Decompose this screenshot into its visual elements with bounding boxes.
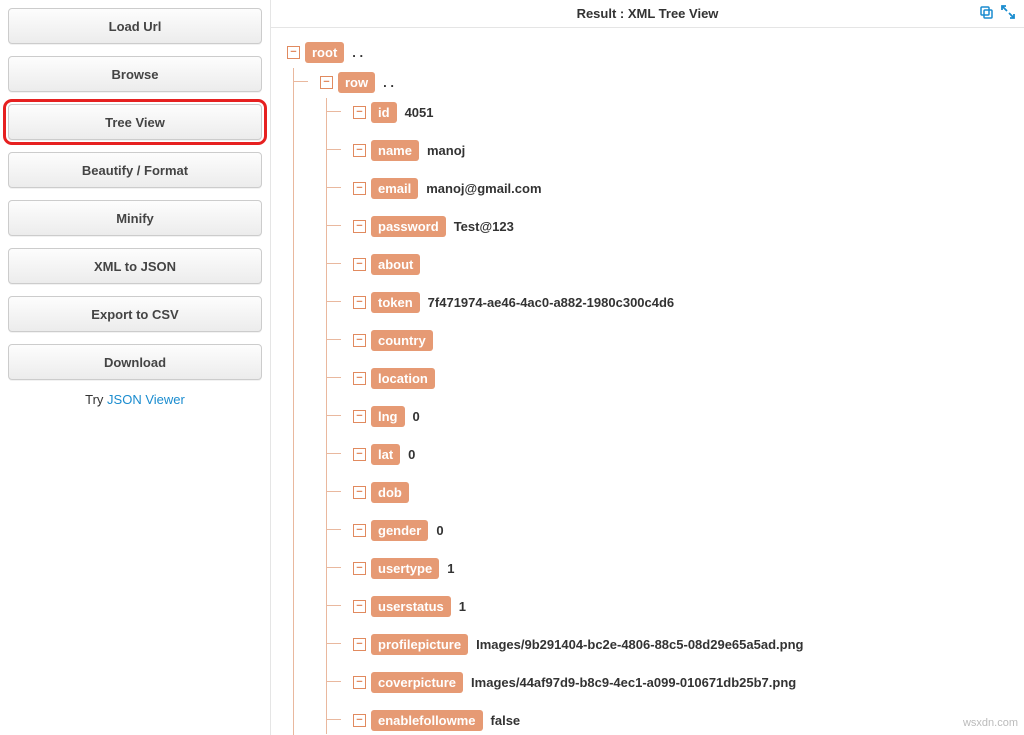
node-id: −id 4051 xyxy=(353,98,1014,126)
val-lat: 0 xyxy=(408,447,415,462)
tag-row[interactable]: row xyxy=(338,72,375,93)
collapse-icon[interactable]: − xyxy=(353,676,366,689)
main-header: Result : XML Tree View xyxy=(271,0,1024,28)
collapse-icon[interactable]: − xyxy=(353,448,366,461)
copy-icon[interactable] xyxy=(978,4,994,20)
collapse-icon[interactable]: − xyxy=(353,220,366,233)
tree-area[interactable]: − root . . − row . . −id4051−namemanoj−e… xyxy=(271,28,1024,735)
tag-lng[interactable]: lng xyxy=(371,406,405,427)
node-lat: −lat 0 xyxy=(353,440,1014,468)
tag-enablefollowme[interactable]: enablefollowme xyxy=(371,710,483,731)
tag-lat[interactable]: lat xyxy=(371,444,400,465)
tag-coverpicture[interactable]: coverpicture xyxy=(371,672,463,693)
try-prefix: Try xyxy=(85,392,107,407)
node-gender: −gender 0 xyxy=(353,516,1014,544)
node-usertype: −usertype 1 xyxy=(353,554,1014,582)
node-country: −country xyxy=(353,326,1014,354)
collapse-icon[interactable]: − xyxy=(353,106,366,119)
node-dob: −dob xyxy=(353,478,1014,506)
try-line: Try JSON Viewer xyxy=(8,392,262,407)
collapse-icon[interactable]: − xyxy=(353,182,366,195)
sidebar-btn-browse[interactable]: Browse xyxy=(8,56,262,92)
collapse-icon[interactable]: − xyxy=(320,76,333,89)
sidebar-btn-xml-to-json[interactable]: XML to JSON xyxy=(8,248,262,284)
sidebar-btn-export-to-csv[interactable]: Export to CSV xyxy=(8,296,262,332)
tag-userstatus[interactable]: userstatus xyxy=(371,596,451,617)
node-profilepicture: −profilepicture Images/9b291404-bc2e-4806… xyxy=(353,630,1014,658)
node-email: −email manoj@gmail.com xyxy=(353,174,1014,202)
node-lng: −lng 0 xyxy=(353,402,1014,430)
tag-password[interactable]: password xyxy=(371,216,446,237)
tag-email[interactable]: email xyxy=(371,178,418,199)
collapse-icon[interactable]: − xyxy=(353,334,366,347)
collapse-icon[interactable]: − xyxy=(287,46,300,59)
val-enablefollowme: false xyxy=(491,713,521,728)
node-userstatus: −userstatus 1 xyxy=(353,592,1014,620)
sidebar-btn-tree-view[interactable]: Tree View xyxy=(8,104,262,140)
tag-location[interactable]: location xyxy=(371,368,435,389)
collapse-icon[interactable]: − xyxy=(353,258,366,271)
collapse-icon[interactable]: − xyxy=(353,600,366,613)
tag-name[interactable]: name xyxy=(371,140,419,161)
node-about: −about xyxy=(353,250,1014,278)
val-row: . . xyxy=(383,75,394,90)
tag-usertype[interactable]: usertype xyxy=(371,558,439,579)
val-usertype: 1 xyxy=(447,561,454,576)
result-title: Result : XML Tree View xyxy=(577,6,719,21)
node-location: −location xyxy=(353,364,1014,392)
node-name: −name manoj xyxy=(353,136,1014,164)
collapse-icon[interactable]: − xyxy=(353,296,366,309)
node-enablefollowme: −enablefollowme false xyxy=(353,706,1014,734)
sidebar-btn-beautify-format[interactable]: Beautify / Format xyxy=(8,152,262,188)
node-row: − row . . −id4051−namemanoj−emailmanoj@g… xyxy=(320,68,1014,735)
val-gender: 0 xyxy=(436,523,443,538)
tag-dob[interactable]: dob xyxy=(371,482,409,503)
node-password: −password Test@123 xyxy=(353,212,1014,240)
collapse-icon[interactable]: − xyxy=(353,372,366,385)
collapse-icon[interactable]: − xyxy=(353,638,366,651)
tag-root[interactable]: root xyxy=(305,42,344,63)
header-icons xyxy=(978,4,1016,20)
val-name: manoj xyxy=(427,143,465,158)
tag-gender[interactable]: gender xyxy=(371,520,428,541)
val-lng: 0 xyxy=(413,409,420,424)
node-root: − root . . − row . . −id4051−namemanoj−e… xyxy=(287,38,1014,735)
node-token: −token 7f471974-ae46-4ac0-a882-1980c300c4… xyxy=(353,288,1014,316)
val-email: manoj@gmail.com xyxy=(426,181,541,196)
sidebar-btn-load-url[interactable]: Load Url xyxy=(8,8,262,44)
val-profilepicture: Images/9b291404-bc2e-4806-88c5-08d29e65a… xyxy=(476,637,803,652)
tag-about[interactable]: about xyxy=(371,254,420,275)
collapse-icon[interactable]: − xyxy=(353,410,366,423)
collapse-icon[interactable]: − xyxy=(353,524,366,537)
val-token: 7f471974-ae46-4ac0-a882-1980c300c4d6 xyxy=(428,295,675,310)
sidebar-btn-minify[interactable]: Minify xyxy=(8,200,262,236)
tag-id[interactable]: id xyxy=(371,102,397,123)
main-panel: Result : XML Tree View xyxy=(270,0,1024,735)
tag-country[interactable]: country xyxy=(371,330,433,351)
val-coverpicture: Images/44af97d9-b8c9-4ec1-a099-010671db2… xyxy=(471,675,796,690)
val-password: Test@123 xyxy=(454,219,514,234)
collapse-icon[interactable]: − xyxy=(353,562,366,575)
sidebar-btn-download[interactable]: Download xyxy=(8,344,262,380)
sidebar: Load Url Browse Tree View Beautify / Format… xyxy=(0,0,270,735)
expand-icon[interactable] xyxy=(1000,4,1016,20)
val-userstatus: 1 xyxy=(459,599,466,614)
collapse-icon[interactable]: − xyxy=(353,486,366,499)
node-coverpicture: −coverpicture Images/44af97d9-b8c9-4ec1-a… xyxy=(353,668,1014,696)
tag-token[interactable]: token xyxy=(371,292,420,313)
val-root: . . xyxy=(352,45,363,60)
json-viewer-link[interactable]: JSON Viewer xyxy=(107,392,185,407)
collapse-icon[interactable]: − xyxy=(353,714,366,727)
tag-profilepicture[interactable]: profilepicture xyxy=(371,634,468,655)
collapse-icon[interactable]: − xyxy=(353,144,366,157)
val-id: 4051 xyxy=(405,105,434,120)
